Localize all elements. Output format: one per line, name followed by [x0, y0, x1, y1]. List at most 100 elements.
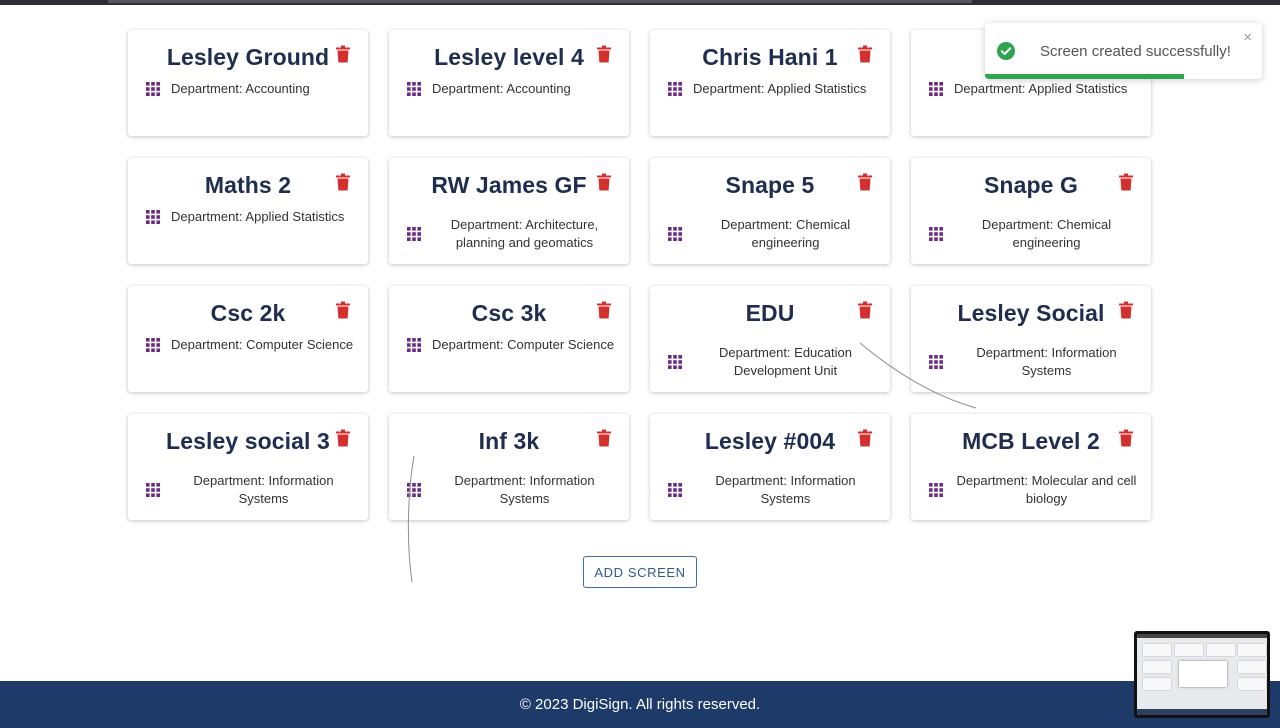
grid-icon — [407, 483, 421, 497]
grid-icon — [146, 483, 160, 497]
thumbnail-card — [1143, 661, 1171, 673]
department-label: Department: Chemical engineering — [981, 217, 1112, 250]
screen-card[interactable]: Inf 3k Department: Information Systems — [389, 414, 629, 520]
screen-title: Lesley #004 — [704, 428, 836, 454]
trash-icon[interactable] — [335, 45, 351, 63]
screen-preview-thumbnail[interactable] — [1134, 631, 1270, 718]
screen-card[interactable]: Snape 5 Department: Chemical engineering — [650, 158, 890, 264]
trash-icon[interactable] — [335, 301, 351, 319]
grid-icon — [668, 82, 682, 96]
department-label: Department: Applied Statistics — [954, 81, 1128, 96]
trash-icon[interactable] — [857, 45, 873, 63]
screen-card[interactable]: Csc 2k Department: Computer Science — [128, 286, 368, 392]
trash-icon[interactable] — [857, 429, 873, 447]
card-body: Department: Accounting — [145, 80, 356, 98]
thumbnail-dialog — [1179, 661, 1227, 687]
screen-title: EDU — [745, 300, 795, 326]
grid-icon — [407, 338, 421, 352]
card-body: Department: Applied Statistics — [667, 80, 878, 98]
trash-icon[interactable] — [1118, 173, 1134, 191]
check-circle-icon — [997, 42, 1015, 60]
screen-card[interactable]: Lesley Social Department: Information Sy… — [911, 286, 1151, 392]
screen-card[interactable]: Lesley #004 Department: Information Syst… — [650, 414, 890, 520]
thumbnail-card — [1207, 644, 1235, 656]
screen-title: RW James GF — [431, 172, 587, 198]
grid-icon — [407, 227, 421, 241]
card-body: Department: Information Systems — [667, 472, 878, 508]
screen-title: Chris Hani 1 — [702, 44, 838, 70]
department-label: Department: Information Systems — [715, 473, 856, 506]
card-body: Department: Education Development Unit — [667, 344, 878, 380]
grid-icon — [668, 227, 682, 241]
screen-card[interactable]: Lesley Ground Department: Accounting — [128, 30, 368, 136]
department-label: Department: Information Systems — [976, 345, 1117, 378]
success-toast: Screen created successfully! × — [985, 23, 1262, 79]
department-label: Department: Computer Science — [432, 337, 615, 352]
grid-icon — [929, 82, 943, 96]
card-body: Department: Architecture, planning and g… — [406, 216, 617, 252]
screen-card[interactable]: Maths 2 Department: Applied Statistics — [128, 158, 368, 264]
screen-title: Snape G — [983, 172, 1078, 198]
card-body: Department: Computer Science — [145, 336, 356, 354]
screen-title: Snape 5 — [725, 172, 815, 198]
trash-icon[interactable] — [335, 173, 351, 191]
card-body: Department: Computer Science — [406, 336, 617, 354]
grid-icon — [668, 355, 682, 369]
screen-card[interactable]: MCB Level 2 Department: Molecular and ce… — [911, 414, 1151, 520]
close-icon[interactable]: × — [1243, 29, 1252, 46]
trash-icon[interactable] — [596, 45, 612, 63]
trash-icon[interactable] — [857, 173, 873, 191]
thumbnail-content — [1137, 634, 1267, 715]
department-label: Department: Information Systems — [454, 473, 595, 506]
screen-card[interactable]: EDU Department: Education Development Un… — [650, 286, 890, 392]
thumbnail-card — [1238, 678, 1266, 690]
screen-card[interactable]: RW James GF Department: Architecture, pl… — [389, 158, 629, 264]
department-label: Department: Chemical engineering — [720, 217, 851, 250]
thumbnail-card — [1238, 661, 1266, 673]
toast-progress-bar — [985, 74, 1185, 79]
department-label: Department: Accounting — [171, 81, 310, 96]
department-label: Department: Education Development Unit — [719, 345, 852, 378]
screen-card[interactable]: Snape G Department: Chemical engineering — [911, 158, 1151, 264]
grid-icon — [668, 483, 682, 497]
top-strip — [0, 0, 1280, 5]
screen-title: Csc 2k — [210, 300, 286, 326]
screen-title: Csc 3k — [471, 300, 547, 326]
department-label: Department: Computer Science — [171, 337, 354, 352]
trash-icon[interactable] — [596, 429, 612, 447]
trash-icon[interactable] — [1118, 301, 1134, 319]
trash-icon[interactable] — [596, 301, 612, 319]
thumbnail-card — [1143, 644, 1171, 656]
trash-icon[interactable] — [1118, 429, 1134, 447]
screen-card[interactable]: Lesley level 4 Department: Accounting — [389, 30, 629, 136]
footer: © 2023 DigiSign. All rights reserved. — [0, 681, 1280, 728]
add-screen-button[interactable]: ADD SCREEN — [583, 556, 697, 588]
card-body: Department: Information Systems — [406, 472, 617, 508]
card-body: Department: Information Systems — [928, 344, 1139, 380]
card-body: Department: Information Systems — [145, 472, 356, 508]
screen-title: Lesley Social — [957, 300, 1105, 326]
department-label: Department: Accounting — [432, 81, 571, 96]
screen-title: Maths 2 — [204, 172, 292, 198]
screen-card[interactable]: Lesley social 3 Department: Information … — [128, 414, 368, 520]
trash-icon[interactable] — [335, 429, 351, 447]
screen-card[interactable]: Chris Hani 1 Department: Applied Statist… — [650, 30, 890, 136]
department-label: Department: Architecture, planning and g… — [450, 217, 599, 250]
thumbnail-card — [1143, 678, 1171, 690]
card-body: Department: Applied Statistics — [928, 80, 1139, 98]
grid-icon — [929, 355, 943, 369]
trash-icon[interactable] — [857, 301, 873, 319]
thumbnail-topbar — [1137, 634, 1267, 638]
screen-title: Lesley social 3 — [166, 428, 330, 454]
grid-icon — [146, 338, 160, 352]
screen-card[interactable]: Csc 3k Department: Computer Science — [389, 286, 629, 392]
top-strip-highlight — [108, 0, 972, 3]
screen-grid: Lesley Ground Department: Accounting Les… — [128, 30, 1152, 520]
screen-title: Lesley level 4 — [434, 44, 584, 70]
card-body: Department: Chemical engineering — [667, 216, 878, 252]
card-body: Department: Molecular and cell biology — [928, 472, 1139, 508]
card-body: Department: Chemical engineering — [928, 216, 1139, 252]
trash-icon[interactable] — [596, 173, 612, 191]
grid-icon — [146, 82, 160, 96]
toast-message: Screen created successfully! — [1040, 43, 1231, 60]
